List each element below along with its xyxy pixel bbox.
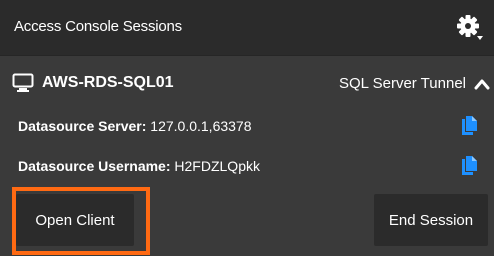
panel-header: Access Console Sessions [0,0,494,55]
session-header-row[interactable]: AWS-RDS-SQL01 SQL Server Tunnel [0,68,494,98]
datasource-server-value: 127.0.0.1,63378 [150,118,252,134]
datasource-server-label: Datasource Server: [18,118,147,134]
sessions-panel: Access Console Sessions AWS-RDS-SQL01 SQ… [0,0,494,256]
session-type: SQL Server Tunnel [338,75,466,92]
chevron-up-icon[interactable] [474,77,490,90]
datasource-server-text: Datasource Server: 127.0.0.1,63378 [18,118,252,134]
gear-icon[interactable] [454,12,484,42]
datasource-username-label: Datasource Username: [18,158,171,174]
datasource-username-value: H2FDZLQpkk [174,158,260,174]
copy-icon[interactable] [460,155,478,177]
session-name: AWS-RDS-SQL01 [42,74,174,91]
copy-icon[interactable] [460,115,478,137]
open-client-button[interactable]: Open Client [16,194,134,246]
page-title: Access Console Sessions [14,18,182,35]
datasource-username-row: Datasource Username: H2FDZLQpkk [0,155,494,179]
header-divider [0,55,494,56]
monitor-icon [12,73,34,93]
datasource-server-row: Datasource Server: 127.0.0.1,63378 [0,115,494,139]
end-session-button[interactable]: End Session [374,194,488,246]
datasource-username-text: Datasource Username: H2FDZLQpkk [18,158,260,174]
